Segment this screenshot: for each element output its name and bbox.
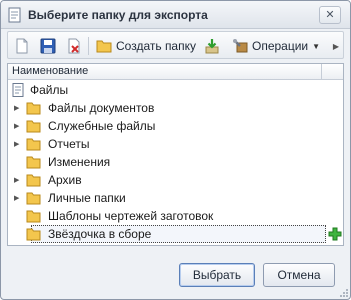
tree-item-label: Архив: [48, 173, 82, 187]
chevron-down-icon: ▼: [312, 41, 321, 51]
tree-root-label: Файлы: [30, 83, 69, 97]
delete-button[interactable]: [66, 35, 82, 57]
expand-arrow-icon[interactable]: ▶: [14, 99, 24, 117]
tree-item-label: Шаблоны чертежей заготовок: [48, 209, 214, 223]
add-icon[interactable]: [328, 227, 342, 241]
close-icon: ✕: [325, 8, 335, 21]
toolbar: Создать папку Операции ▼ ▶: [7, 31, 344, 59]
select-button[interactable]: Выбрать: [179, 263, 255, 287]
folder-icon: [26, 156, 41, 169]
expand-arrow-icon[interactable]: ▶: [14, 117, 24, 135]
tree-item[interactable]: ▶ Служебные файлы: [8, 117, 343, 135]
folder-icon: [26, 120, 41, 133]
save-icon: [40, 38, 56, 54]
operations-icon: [233, 39, 248, 53]
folder-icon: [26, 210, 41, 223]
toolbar-overflow-button[interactable]: ▶: [330, 35, 342, 57]
column-divider: [321, 64, 322, 80]
files-root-icon: [12, 83, 24, 97]
tree-item[interactable]: ▶ Отчеты: [8, 135, 343, 153]
new-button[interactable]: [14, 35, 30, 57]
column-header[interactable]: Наименование: [8, 64, 343, 80]
expand-arrow-icon[interactable]: ▶: [14, 171, 24, 189]
tree-item[interactable]: ▶ Архив: [8, 171, 343, 189]
tree-item[interactable]: Шаблоны чертежей заготовок: [8, 207, 343, 225]
folder-tree[interactable]: Наименование Файлы ▶ Файлы документов ▶ …: [7, 63, 344, 246]
tree-item[interactable]: Изменения: [8, 153, 343, 171]
close-button[interactable]: ✕: [319, 6, 341, 24]
folder-icon: [26, 192, 41, 205]
folder-icon: [26, 228, 41, 241]
operations-menu[interactable]: Операции ▼: [232, 35, 320, 57]
folder-icon: [26, 102, 41, 115]
cancel-button[interactable]: Отмена: [263, 263, 335, 287]
folder-icon: [26, 138, 41, 151]
tree-item-label: Служебные файлы: [48, 119, 156, 133]
tree-item[interactable]: ▶ Файлы документов: [8, 99, 343, 117]
tree-item-label: Отчеты: [48, 137, 90, 151]
toolbar-separator: [88, 37, 89, 55]
save-button[interactable]: [40, 35, 56, 57]
refresh-icon: [205, 39, 219, 54]
title-bar[interactable]: Выберите папку для экспорта ✕: [1, 1, 350, 29]
tree-item-selected[interactable]: Звёздочка в сборе: [8, 225, 343, 243]
folder-icon: [96, 40, 112, 53]
operations-label: Операции: [252, 39, 309, 53]
tree-root-item[interactable]: Файлы: [8, 81, 343, 99]
delete-icon: [68, 38, 80, 54]
tree-item[interactable]: ▶ Личные папки: [8, 189, 343, 207]
column-title-name: Наименование: [12, 65, 89, 77]
tree-item-label: Файлы документов: [48, 101, 155, 115]
export-folder-dialog: Выберите папку для экспорта ✕ Создать па…: [0, 0, 351, 300]
tree-item-label: Звёздочка в сборе: [48, 227, 152, 241]
create-folder-button[interactable]: Создать папку: [96, 35, 196, 57]
new-document-icon: [16, 38, 28, 54]
expand-arrow-icon[interactable]: ▶: [14, 189, 24, 207]
refresh-button[interactable]: [204, 35, 220, 57]
folder-icon: [26, 174, 41, 187]
resize-grip-icon[interactable]: [339, 288, 349, 298]
expand-arrow-icon[interactable]: ▶: [14, 135, 24, 153]
tree-item-label: Изменения: [48, 155, 111, 169]
chevron-right-icon: ▶: [332, 41, 340, 51]
create-folder-label: Создать папку: [116, 39, 196, 53]
document-icon: [8, 7, 21, 23]
tree-item-label: Личные папки: [48, 191, 126, 205]
dialog-title: Выберите папку для экспорта: [28, 8, 208, 22]
